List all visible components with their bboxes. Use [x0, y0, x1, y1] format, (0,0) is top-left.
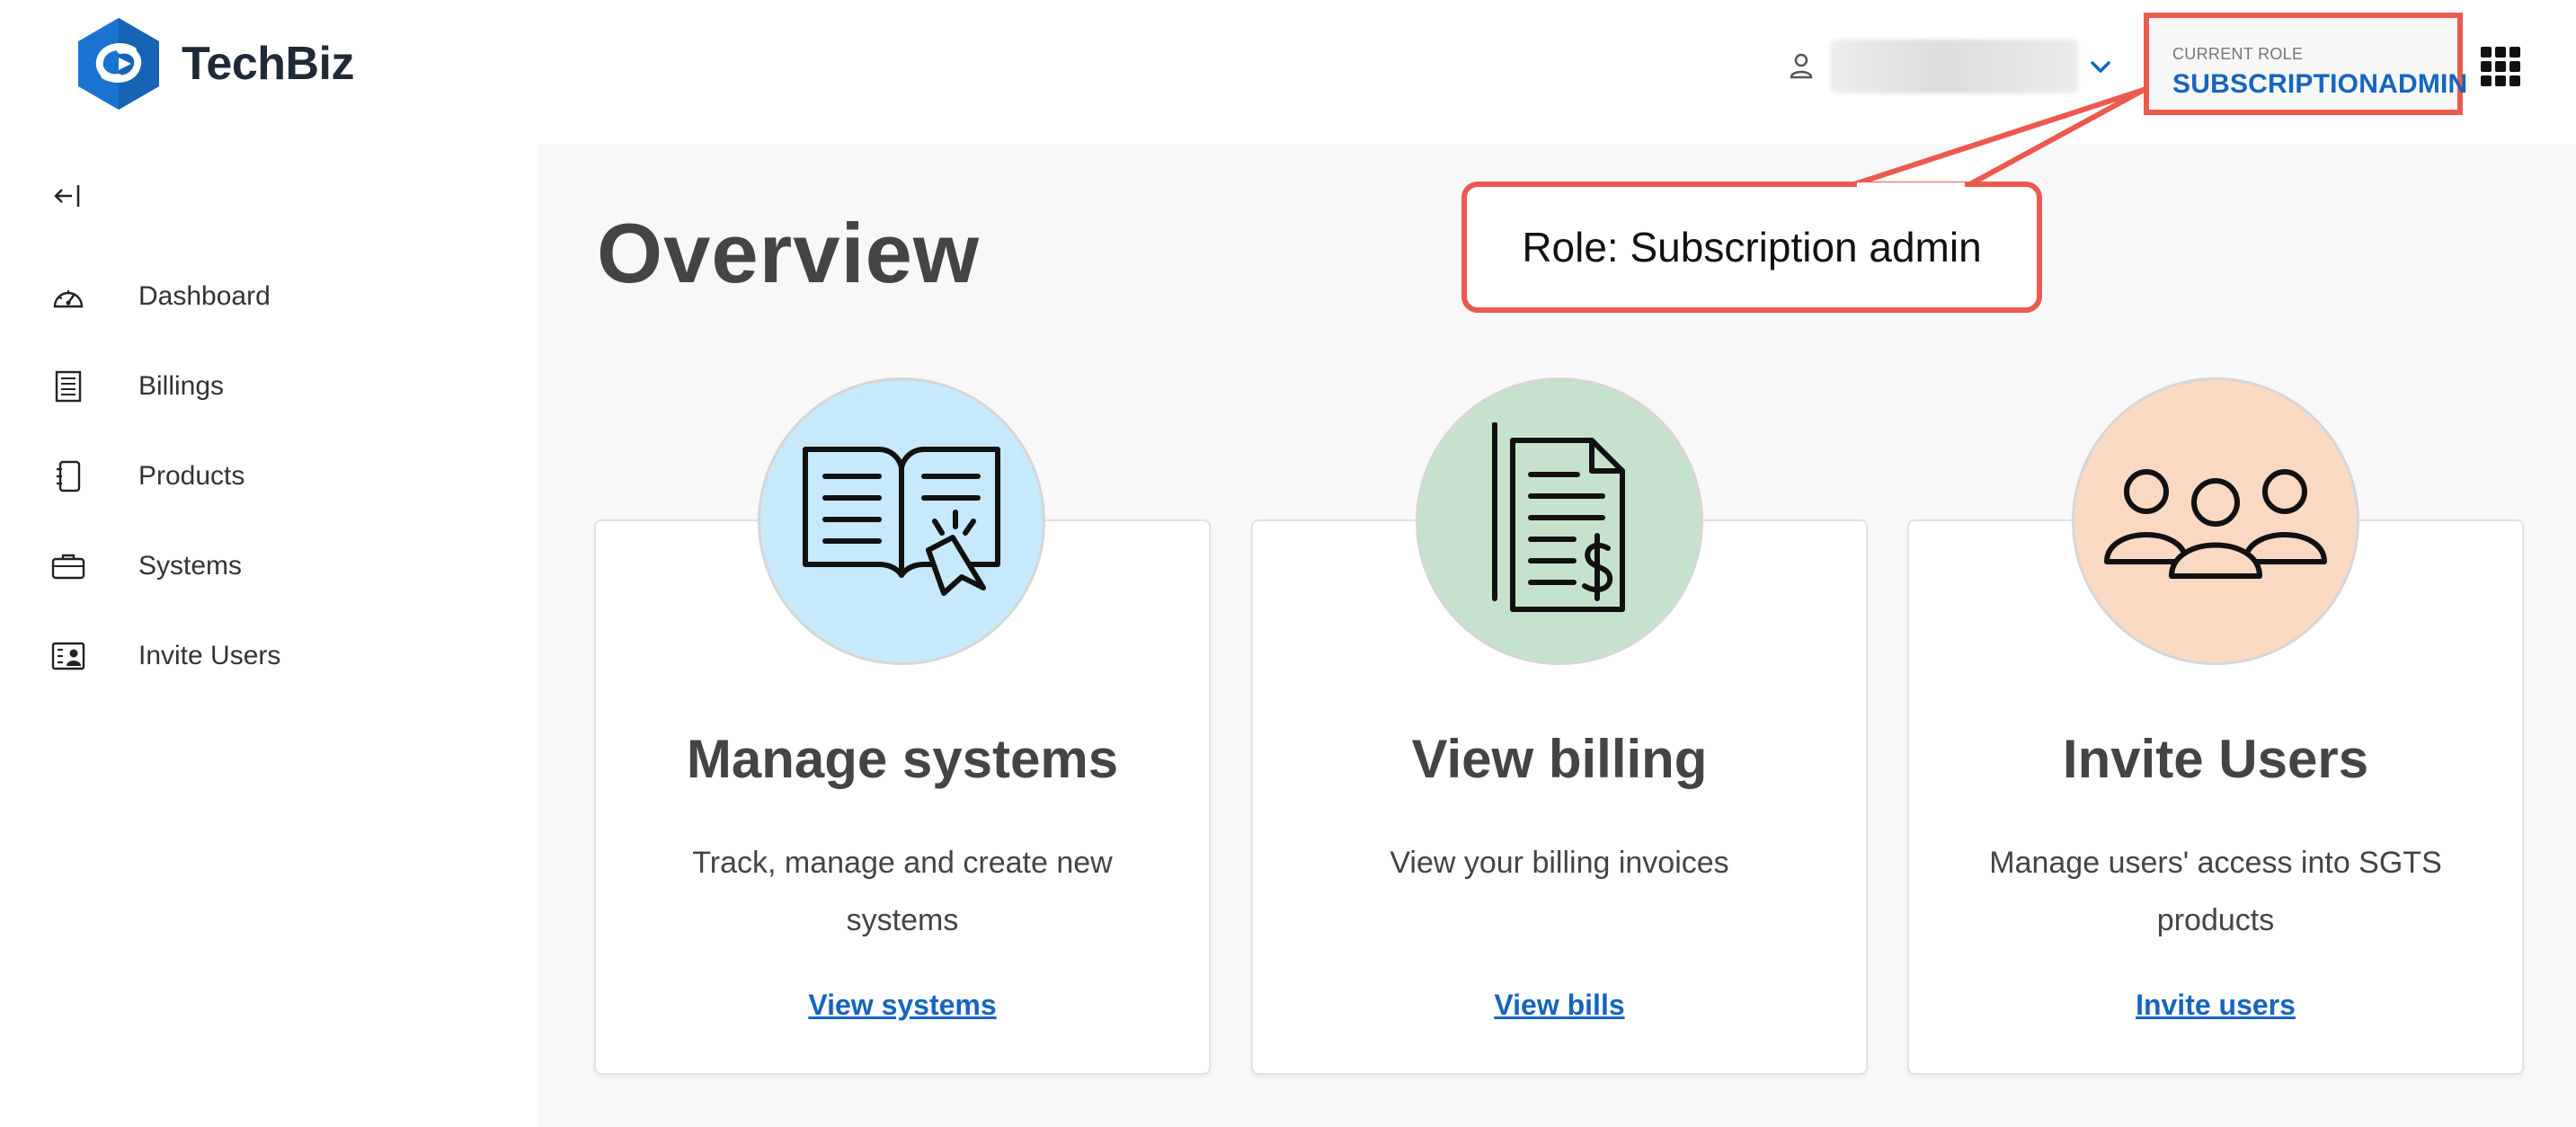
card-description: View your billing invoices [1390, 846, 1729, 880]
card-icon-circle [758, 377, 1045, 665]
card-icon-circle [2072, 377, 2359, 665]
card-title: View billing [1411, 729, 1708, 789]
card-icon-circle [1416, 377, 1703, 665]
view-systems-link[interactable]: View systems [594, 989, 1211, 1022]
view-bills-link[interactable]: View bills [1251, 989, 1868, 1022]
card-title: Invite Users [2062, 729, 2369, 789]
card-description: Track, manage and create new systems [692, 846, 1113, 937]
card-title: Manage systems [686, 729, 1119, 789]
users-icon [2104, 469, 2327, 579]
invite-users-link[interactable]: Invite users [1907, 989, 2524, 1022]
invoice-icon [1492, 422, 1625, 612]
card-description: Manage users' access into SGTS products [1989, 846, 2442, 937]
book-icon [803, 447, 1000, 596]
